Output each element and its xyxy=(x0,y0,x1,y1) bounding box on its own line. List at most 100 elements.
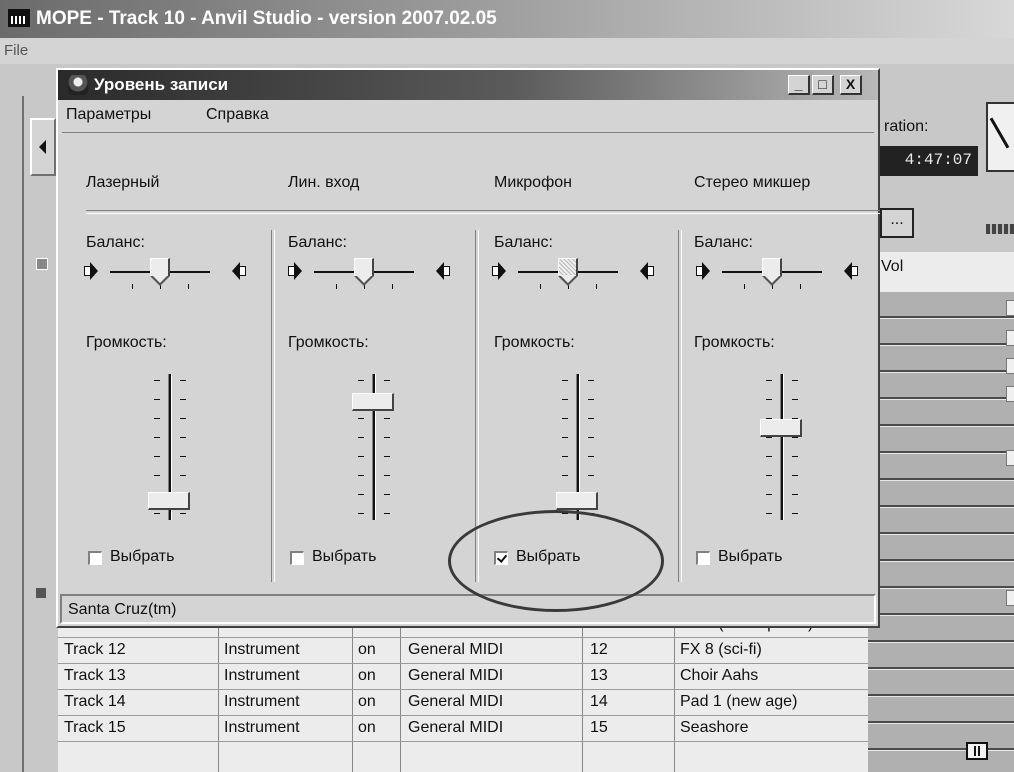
select-label: Выбрать xyxy=(312,548,377,565)
select-label: Выбрать xyxy=(110,548,175,565)
table-row[interactable]: Track 13 Instrument on General MIDI 13 C… xyxy=(58,664,868,690)
channel-name-microphone: Микрофон xyxy=(494,174,572,191)
volume-slider-tick[interactable] xyxy=(1006,330,1014,346)
left-speaker-icon xyxy=(84,262,98,280)
left-speaker-icon xyxy=(492,262,506,280)
indicator-dots-icon xyxy=(986,224,1014,234)
track-device: General MIDI xyxy=(408,719,504,736)
checkbox-box[interactable] xyxy=(290,551,304,565)
main-menu-file[interactable]: File xyxy=(4,42,28,59)
select-checkbox-stereo-mix[interactable]: Выбрать xyxy=(696,548,866,572)
table-row[interactable]: Track 12 Instrument on General MIDI 12 F… xyxy=(58,638,868,664)
dialog-menubar: Параметры Справка xyxy=(58,100,878,130)
volume-slider[interactable] xyxy=(142,374,202,524)
volume-thumb[interactable] xyxy=(556,491,598,510)
checkbox-box[interactable] xyxy=(88,551,102,565)
volume-slider-tick[interactable] xyxy=(1006,450,1014,466)
close-button[interactable]: X xyxy=(840,75,862,95)
left-panel-edge xyxy=(22,96,30,772)
balance-thumb[interactable] xyxy=(762,258,782,286)
track-device: General MIDI xyxy=(408,641,504,658)
track-channel: 13 xyxy=(590,667,608,684)
balance-slider[interactable] xyxy=(692,258,860,302)
volume-slider-tick[interactable] xyxy=(1006,358,1014,374)
volume-slider[interactable] xyxy=(346,374,406,524)
track-square-icon[interactable] xyxy=(36,588,46,598)
balance-thumb[interactable] xyxy=(558,258,578,286)
right-speaker-icon xyxy=(640,262,654,280)
track-name: Track 12 xyxy=(64,641,126,658)
main-titlebar: MOPE - Track 10 - Anvil Studio - version… xyxy=(0,0,1014,38)
maximize-button[interactable]: □ xyxy=(812,75,834,95)
track-device: General MIDI xyxy=(408,693,504,710)
volume-thumb[interactable] xyxy=(760,418,802,437)
dialog-titlebar[interactable]: Уровень записи _ □ X xyxy=(58,70,878,100)
table-row[interactable]: Track 15 Instrument on General MIDI 15 S… xyxy=(58,716,868,742)
balance-thumb[interactable] xyxy=(150,258,170,286)
volume-slider-tick[interactable] xyxy=(1006,386,1014,402)
select-checkbox-laser[interactable]: Выбрать xyxy=(88,548,258,572)
track-channel: 12 xyxy=(590,641,608,658)
balance-thumb[interactable] xyxy=(354,258,374,286)
balance-slider[interactable] xyxy=(284,258,452,302)
ellipsis-button[interactable]: ... xyxy=(880,208,914,238)
table-row[interactable]: Track 14 Instrument on General MIDI 14 P… xyxy=(58,690,868,716)
balance-slider[interactable] xyxy=(80,258,248,302)
track-channel: 15 xyxy=(590,719,608,736)
track-channel: 14 xyxy=(590,693,608,710)
channel-name-stereo-mix: Стерео микшер xyxy=(694,174,811,191)
piano-app-icon xyxy=(8,9,30,27)
metronome-button[interactable] xyxy=(986,102,1014,172)
track-name: Track 15 xyxy=(64,719,126,736)
volume-label: Громкость: xyxy=(494,334,575,351)
main-window-title: MOPE - Track 10 - Anvil Studio - version… xyxy=(36,8,497,29)
volume-slider[interactable] xyxy=(754,374,814,524)
track-instrument: Seashore xyxy=(680,719,749,736)
column-separator xyxy=(271,230,275,582)
track-type: Instrument xyxy=(224,693,300,710)
speaker-app-icon xyxy=(68,75,88,95)
balance-label: Баланс: xyxy=(86,234,145,251)
balance-label: Баланс: xyxy=(494,234,553,251)
track-status: on xyxy=(358,693,376,710)
volume-thumb[interactable] xyxy=(352,393,394,412)
minimize-button[interactable]: _ xyxy=(788,75,810,95)
track-name: Track 13 xyxy=(64,667,126,684)
balance-slider[interactable] xyxy=(488,258,656,302)
volume-label: Громкость: xyxy=(694,334,775,351)
scroll-left-button[interactable] xyxy=(30,118,56,176)
volume-slider[interactable] xyxy=(550,374,610,524)
vol-column-header: Vol xyxy=(870,252,1014,292)
select-checkbox-line-in[interactable]: Выбрать xyxy=(290,548,460,572)
vol-header-label: Vol xyxy=(881,258,904,275)
track-name: Track 14 xyxy=(64,693,126,710)
channel-name-line-in: Лин. вход xyxy=(288,174,360,191)
track-device: General MIDI xyxy=(408,667,504,684)
volume-label: Громкость: xyxy=(86,334,167,351)
track-type: Instrument xyxy=(224,641,300,658)
main-menubar: File xyxy=(0,38,1014,64)
volume-slider-tick[interactable] xyxy=(1006,300,1014,316)
volume-thumb[interactable] xyxy=(148,491,190,510)
volume-slider-tick[interactable] xyxy=(1006,590,1014,606)
channel-name-laser: Лазерный xyxy=(86,174,160,191)
highlight-circle-annotation xyxy=(448,510,664,612)
select-label: Выбрать xyxy=(718,548,783,565)
menu-help[interactable]: Справка xyxy=(206,106,269,124)
track-volume-column[interactable] xyxy=(866,292,1014,772)
menu-parameters[interactable]: Параметры xyxy=(66,106,151,124)
tracks-table: Track 11 Instrument on General MIDI 11 F… xyxy=(58,620,868,772)
device-name: Santa Cruz(tm) xyxy=(68,601,177,618)
track-volume-knob[interactable] xyxy=(966,742,988,760)
volume-track xyxy=(780,374,784,520)
track-instrument: Pad 1 (new age) xyxy=(680,693,798,710)
duration-label: ration: xyxy=(884,118,929,135)
right-speaker-icon xyxy=(436,262,450,280)
track-instrument: Choir Aahs xyxy=(680,667,759,684)
track-type: Instrument xyxy=(224,667,300,684)
checkbox-box[interactable] xyxy=(696,551,710,565)
track-square-icon[interactable] xyxy=(36,258,48,270)
header-separator xyxy=(86,210,880,214)
track-status: on xyxy=(358,667,376,684)
track-status: on xyxy=(358,641,376,658)
